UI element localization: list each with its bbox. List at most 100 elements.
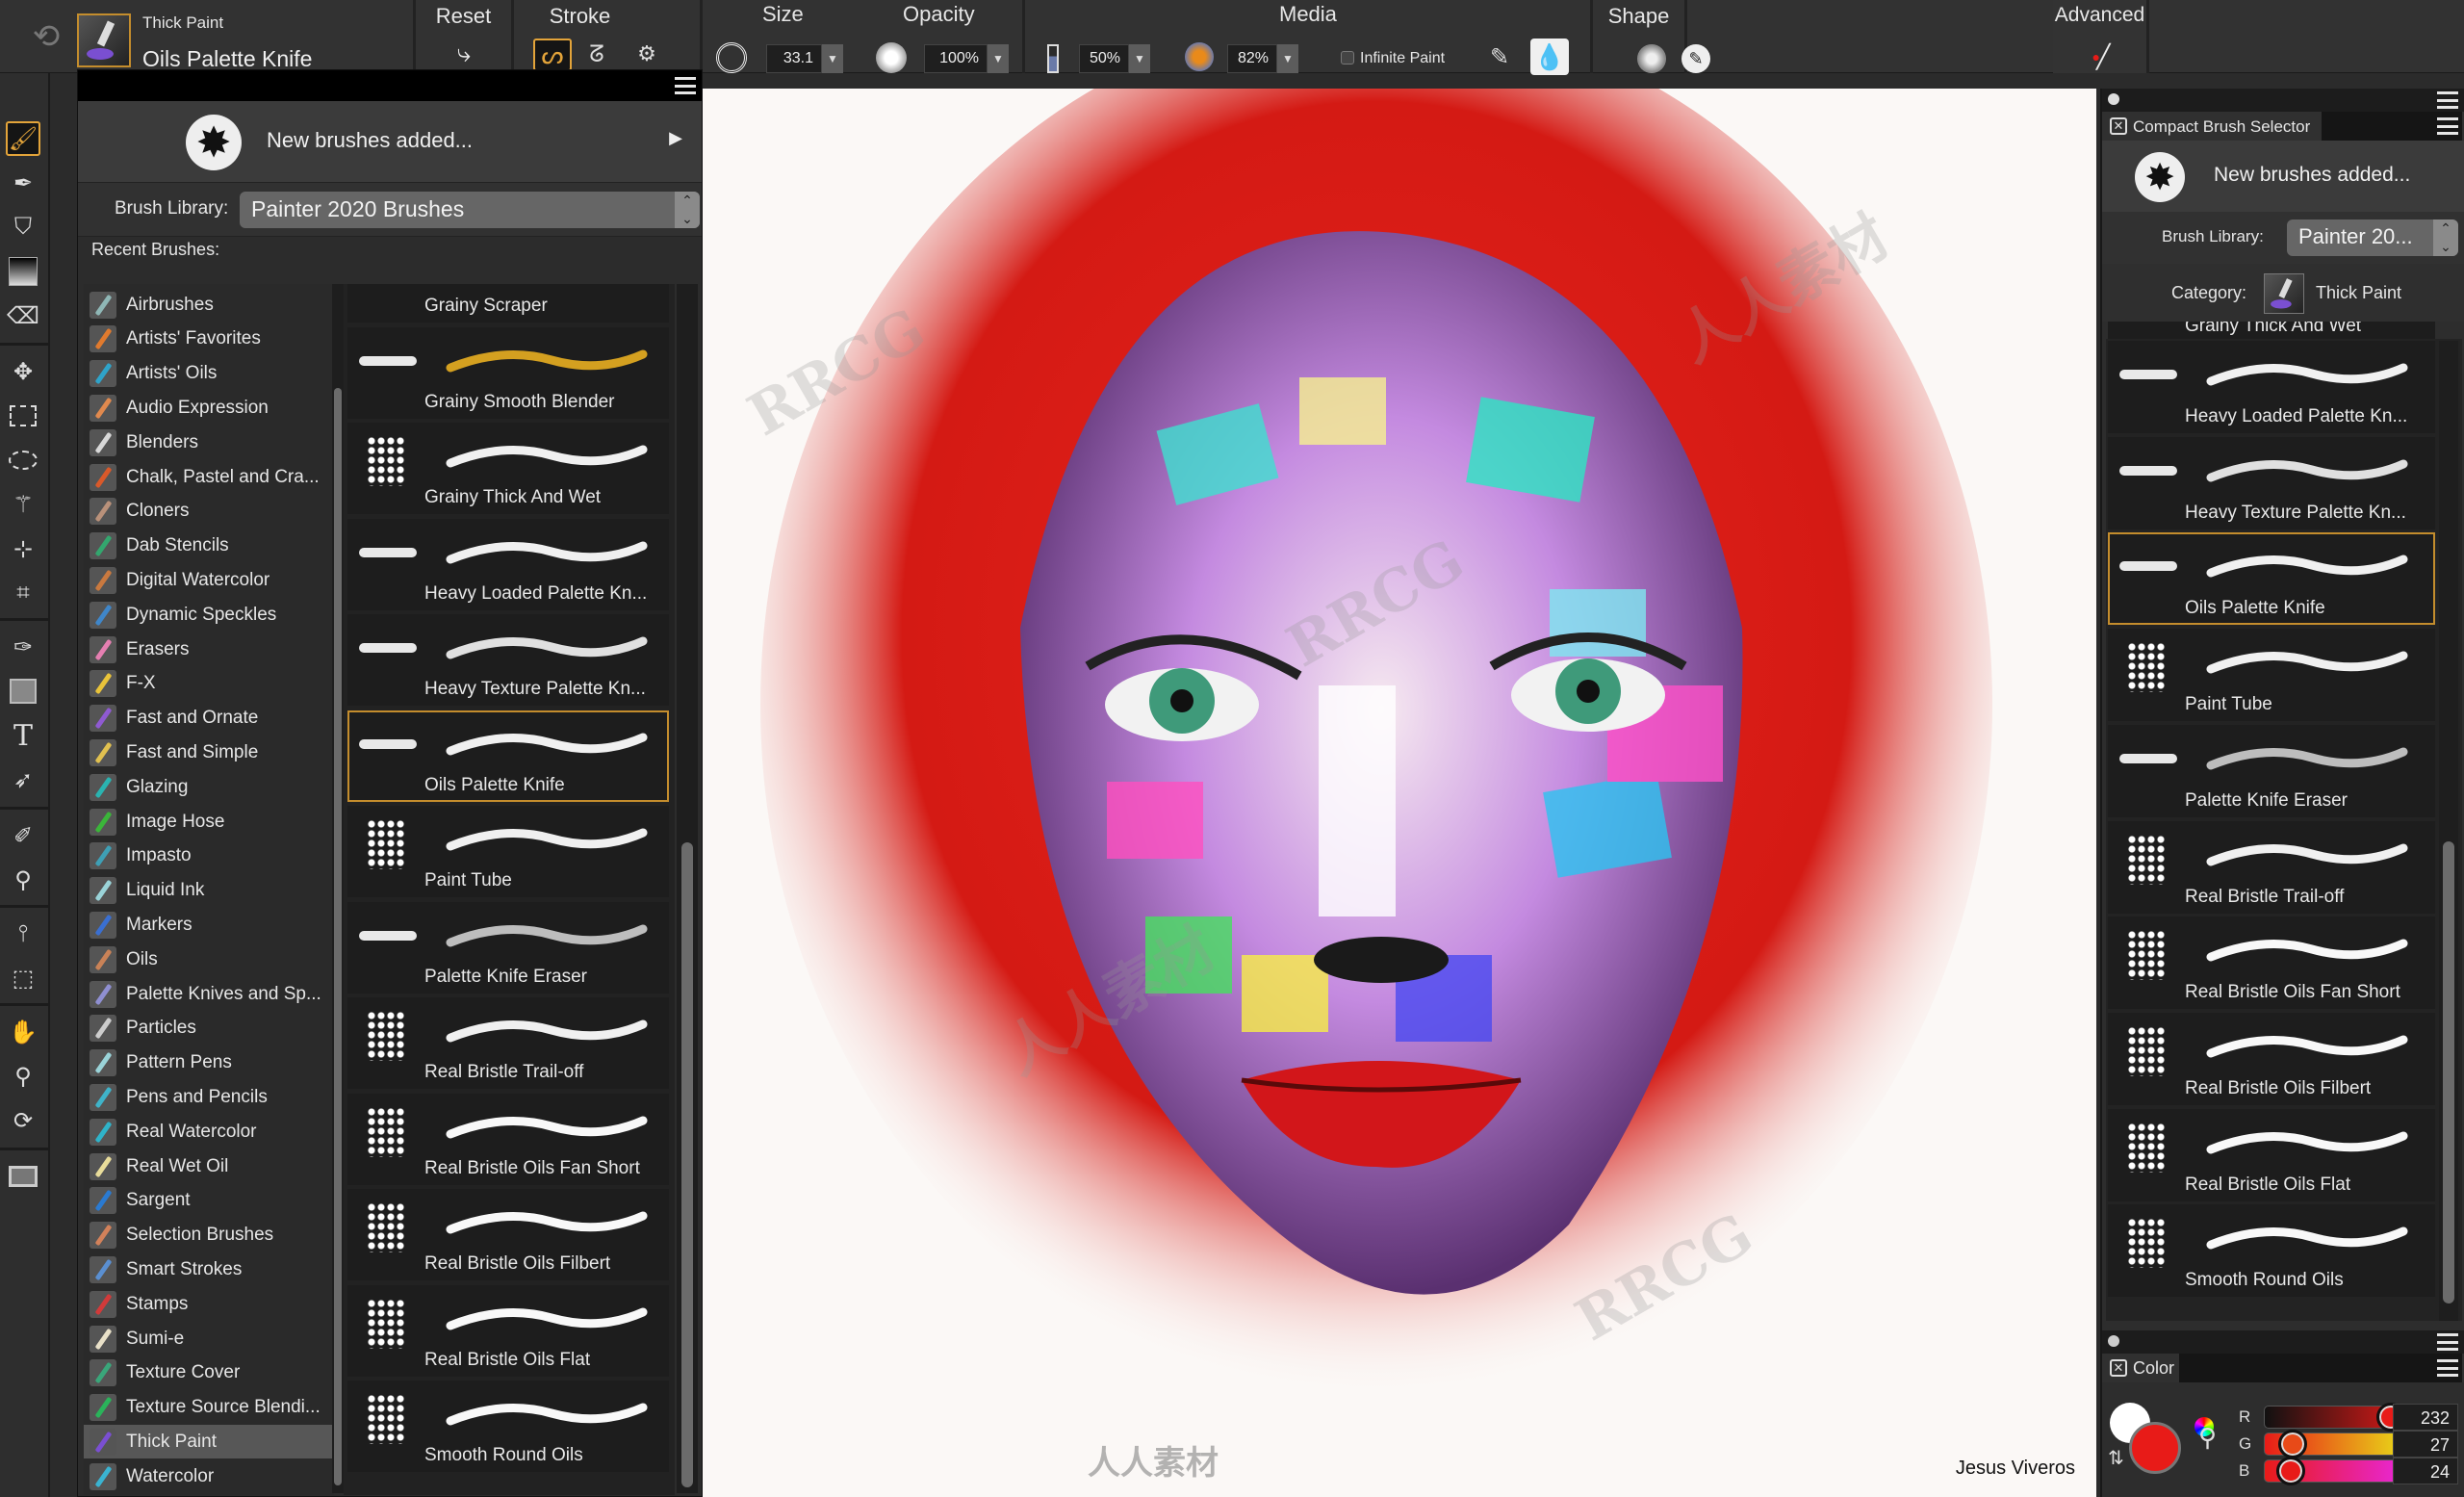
brush-variant-item[interactable]: Oils Palette Knife xyxy=(347,710,669,802)
category-scrollbar[interactable] xyxy=(332,284,344,1493)
category-thumb-icon[interactable] xyxy=(2264,273,2304,314)
canvas[interactable]: RRCG RRCG 人人素材 人人素材 RRCG 人人素材 Jesus Vive… xyxy=(703,89,2096,1497)
selection-adjuster-tool-icon[interactable]: ⊹ xyxy=(6,531,40,566)
close-color-panel-icon[interactable]: ✕ xyxy=(2110,1359,2127,1377)
size-field[interactable]: 33.1 xyxy=(766,44,822,73)
close-panel-icon[interactable]: ✕ xyxy=(2110,117,2127,135)
viscosity-field[interactable]: 82% xyxy=(1227,44,1277,73)
perspective-guides-tool-icon[interactable]: ⬚ xyxy=(6,961,40,995)
partial-variant-item[interactable]: Grainy Thick And Wet xyxy=(2108,322,2435,339)
category-item[interactable]: Sumi-e xyxy=(84,1322,332,1355)
color-drop-icon[interactable]: 💧 xyxy=(1530,39,1569,75)
stroke-settings-icon[interactable]: ⚙ xyxy=(629,37,664,71)
brush-tool-icon[interactable]: 🖌 xyxy=(6,121,40,156)
brush-variant-item[interactable]: Real Bristle Oils Filbert xyxy=(347,1189,669,1280)
banner-arrow-icon[interactable]: ▶ xyxy=(669,128,682,148)
straight-line-stroke-icon[interactable]: ᘔ xyxy=(578,39,616,71)
category-item[interactable]: Digital Watercolor xyxy=(84,563,332,597)
brush-variant-item[interactable]: Heavy Texture Palette Kn... xyxy=(347,614,669,706)
panel-group-menu-icon[interactable] xyxy=(2437,91,2458,109)
category-item[interactable]: Stamps xyxy=(84,1287,332,1321)
brush-variant-item[interactable]: Heavy Loaded Palette Kn... xyxy=(2108,341,2435,433)
reset-brush-icon[interactable]: ⤷ xyxy=(445,39,483,69)
grabber-tool-icon[interactable]: ✋ xyxy=(6,1015,40,1049)
infinite-paint-checkbox[interactable] xyxy=(1341,51,1354,65)
dodge-tool-icon[interactable]: ⚲ xyxy=(6,863,40,897)
category-item[interactable]: Particles xyxy=(84,1012,332,1045)
brush-variant-item[interactable]: Real Bristle Oils Fan Short xyxy=(347,1093,669,1185)
opacity-field[interactable]: 100% xyxy=(924,44,988,73)
category-item[interactable]: Fast and Simple xyxy=(84,736,332,769)
pen-tool-icon[interactable]: ✑ xyxy=(6,630,40,664)
category-item[interactable]: Liquid Ink xyxy=(84,874,332,908)
category-item[interactable]: Smart Strokes xyxy=(84,1252,332,1286)
brush-variant-item[interactable]: Heavy Loaded Palette Kn... xyxy=(347,518,669,610)
text-tool-icon[interactable]: T xyxy=(6,718,40,753)
brush-variant-item[interactable]: Real Bristle Oils Flat xyxy=(347,1284,669,1377)
main-color-swatch[interactable] xyxy=(2129,1422,2181,1474)
lasso-tool-icon[interactable] xyxy=(6,443,40,477)
category-item[interactable]: Selection Brushes xyxy=(84,1219,332,1252)
reset-workspace-icon[interactable]: ⟲ xyxy=(27,17,65,56)
brush-variant-item[interactable]: Palette Knife Eraser xyxy=(347,901,669,994)
category-item[interactable]: Cloners xyxy=(84,495,332,529)
panel-menu-icon[interactable] xyxy=(2437,117,2458,135)
category-item[interactable]: Artists' Favorites xyxy=(84,323,332,356)
panel-group-menu-icon[interactable] xyxy=(2437,1333,2458,1351)
compact-variant-scrollbar[interactable] xyxy=(2439,341,2458,1321)
color-panel-menu-icon[interactable] xyxy=(2437,1359,2458,1377)
shape-tool-icon[interactable] xyxy=(6,674,40,709)
paint-tube-icon[interactable]: ✎ xyxy=(1483,40,1516,73)
category-item[interactable]: Texture Source Blendi... xyxy=(84,1391,332,1425)
magic-wand-tool-icon[interactable]: ⚚ xyxy=(6,487,40,522)
category-item[interactable]: Artists' Oils xyxy=(84,357,332,391)
rotate-page-tool-icon[interactable]: ⟳ xyxy=(6,1103,40,1138)
opacity-dropdown[interactable]: ▼ xyxy=(988,44,1009,73)
category-item[interactable]: Palette Knives and Sp... xyxy=(84,977,332,1011)
viscosity-dropdown[interactable]: ▼ xyxy=(1277,44,1298,73)
screen-mode-toggle-icon[interactable] xyxy=(6,1159,40,1194)
category-item[interactable]: Watercolor xyxy=(84,1459,332,1493)
category-item[interactable]: Dynamic Speckles xyxy=(84,598,332,632)
brush-category-thumb[interactable] xyxy=(77,13,131,67)
category-item[interactable]: Real Wet Oil xyxy=(84,1149,332,1183)
category-item[interactable]: Sargent xyxy=(84,1184,332,1218)
crop-tool-icon[interactable]: ⌗ xyxy=(6,576,40,610)
category-item[interactable]: Audio Expression xyxy=(84,391,332,425)
channel-value-field[interactable]: 232 xyxy=(2393,1404,2458,1431)
category-item[interactable]: Pattern Pens xyxy=(84,1046,332,1080)
swap-colors-icon[interactable]: ⇅ xyxy=(2108,1446,2124,1470)
channel-value-field[interactable]: 24 xyxy=(2393,1458,2458,1484)
category-item[interactable]: Glazing xyxy=(84,770,332,804)
freehand-stroke-icon[interactable]: ᔕ xyxy=(533,39,572,71)
brush-variant-item[interactable]: Grainy Smooth Blender xyxy=(347,326,669,419)
size-dropdown[interactable]: ▼ xyxy=(822,44,843,73)
paint-amount-field[interactable]: 50% xyxy=(1079,44,1129,73)
category-item[interactable]: Chalk, Pastel and Cra... xyxy=(84,460,332,494)
new-brushes-banner[interactable]: ✸ New brushes added... ▶ xyxy=(78,101,702,183)
category-item[interactable]: Real Watercolor xyxy=(84,1115,332,1149)
advanced-brush-icon[interactable]: ● ╱ xyxy=(2082,40,2120,73)
brush-variant-item[interactable]: Real Bristle Trail-off xyxy=(2108,820,2435,914)
shape-settings-icon[interactable] xyxy=(1637,44,1666,73)
panel-grip-icon[interactable] xyxy=(2108,1335,2119,1347)
category-item[interactable]: Erasers xyxy=(84,632,332,666)
category-item[interactable]: Airbrushes xyxy=(84,288,332,322)
brush-variant-item[interactable]: Real Bristle Oils Filbert xyxy=(2108,1012,2435,1105)
shape-selection-tool-icon[interactable]: ➶ xyxy=(6,762,40,797)
compact-library-stepper-icon[interactable]: ⌃ ⌄ xyxy=(2433,219,2458,256)
compact-library-select[interactable]: Painter 20... ⌃ ⌄ xyxy=(2287,219,2458,256)
brush-variant-item[interactable]: Grainy Thick And Wet xyxy=(347,423,669,514)
brush-variant-item[interactable]: Real Bristle Oils Flat xyxy=(2108,1108,2435,1201)
gradient-tool-icon[interactable] xyxy=(6,254,40,289)
brush-variant-item[interactable]: Heavy Texture Palette Kn... xyxy=(2108,436,2435,529)
category-item[interactable]: F-X xyxy=(84,667,332,701)
library-stepper-icon[interactable]: ⌃ ⌄ xyxy=(675,192,700,228)
paint-bucket-tool-icon[interactable]: ⛉ xyxy=(6,210,40,245)
eraser-tool-icon[interactable]: ⌫ xyxy=(6,298,40,333)
category-item[interactable]: Markers xyxy=(84,908,332,942)
brush-variant-item[interactable]: Paint Tube xyxy=(2108,629,2435,722)
category-item[interactable]: Pens and Pencils xyxy=(84,1080,332,1114)
category-item[interactable]: Texture Cover xyxy=(84,1356,332,1390)
variant-scroll-thumb[interactable] xyxy=(681,842,693,1487)
